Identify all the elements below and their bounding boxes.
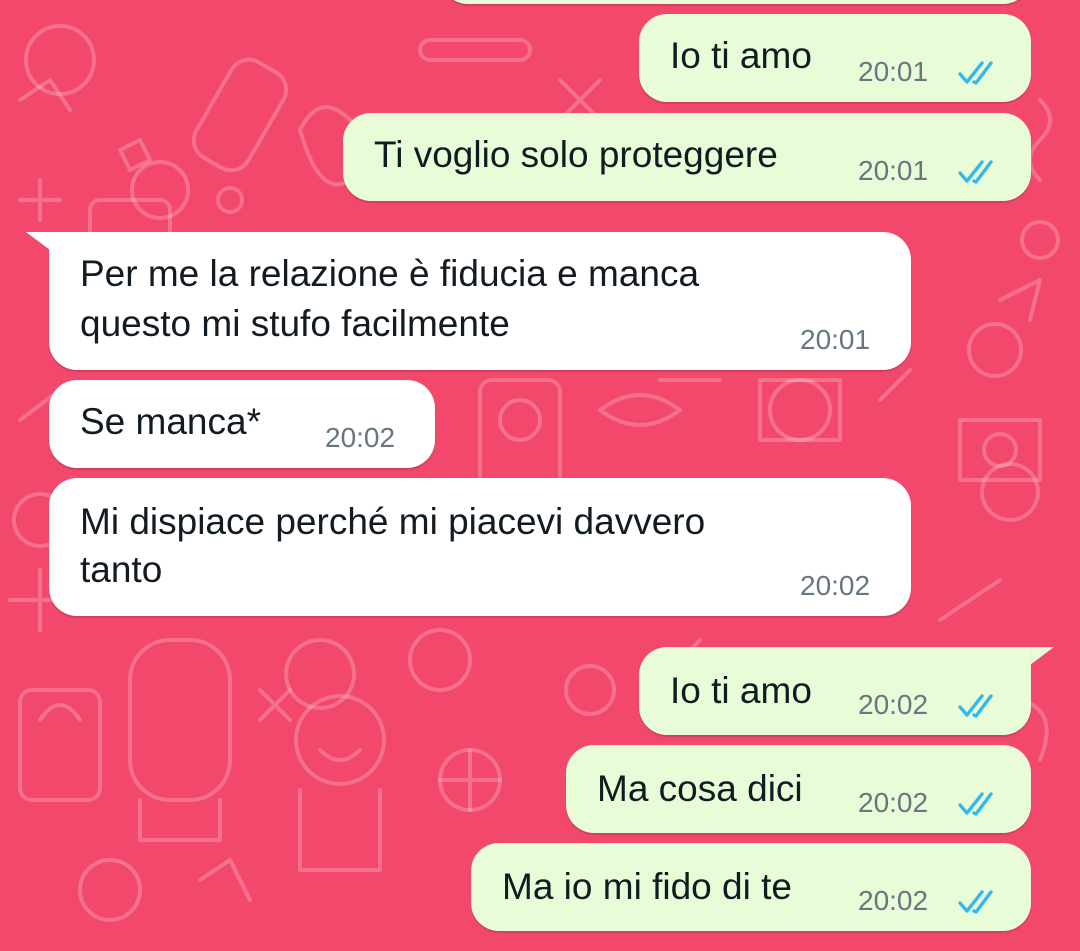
message-text: questo mi stufo facilmente — [80, 303, 510, 344]
message-time: 20:02 — [325, 422, 396, 453]
message-bubble-outgoing[interactable]: Ti voglio solo proteggere 20:01 — [343, 113, 1031, 201]
message-time: 20:02 — [858, 689, 929, 720]
read-ticks-icon — [958, 61, 993, 85]
message-text: Per me la relazione è fiducia e manca — [80, 253, 700, 294]
message-time: 20:02 — [858, 787, 929, 818]
message-text: Ma cosa dici — [597, 768, 803, 809]
message-time: 20:02 — [858, 885, 929, 916]
message-time: 20:02 — [800, 570, 871, 601]
message-bubble-outgoing[interactable]: Ma io mi fido di te 20:02 — [471, 843, 1031, 931]
read-ticks-icon — [958, 890, 993, 914]
message-text: Ti voglio solo proteggere — [374, 134, 778, 175]
message-bubble-outgoing[interactable]: Io ti amo 20:02 — [639, 647, 1031, 735]
message-time: 20:01 — [800, 324, 871, 355]
message-bubble-incoming[interactable]: Per me la relazione è fiducia e manca qu… — [49, 232, 911, 370]
read-ticks-icon — [958, 160, 993, 184]
message-bubble-incoming[interactable]: Mi dispiace perché mi piacevi davvero ta… — [49, 478, 911, 616]
message-time: 20:01 — [858, 56, 929, 87]
read-ticks-icon — [958, 694, 993, 718]
message-text: Io ti amo — [670, 670, 812, 711]
message-text: tanto — [80, 549, 163, 590]
message-bubble-outgoing[interactable]: Ma cosa dici 20:02 — [566, 745, 1031, 833]
message-text: Io ti amo — [670, 35, 812, 76]
chat-wallpaper: Io ti amo 20:01 Ti voglio solo protegger… — [0, 0, 1080, 951]
read-ticks-icon — [958, 792, 993, 816]
message-text: Ma io mi fido di te — [502, 866, 792, 907]
message-text: Mi dispiace perché mi piacevi davvero — [80, 501, 706, 542]
message-bubble-outgoing[interactable]: Io ti amo 20:01 — [639, 14, 1031, 102]
message-text: Se manca* — [80, 401, 261, 442]
message-bubble-outgoing-partial — [440, 0, 1031, 4]
message-time: 20:01 — [858, 155, 929, 186]
message-bubble-incoming[interactable]: Se manca* 20:02 — [49, 380, 435, 468]
